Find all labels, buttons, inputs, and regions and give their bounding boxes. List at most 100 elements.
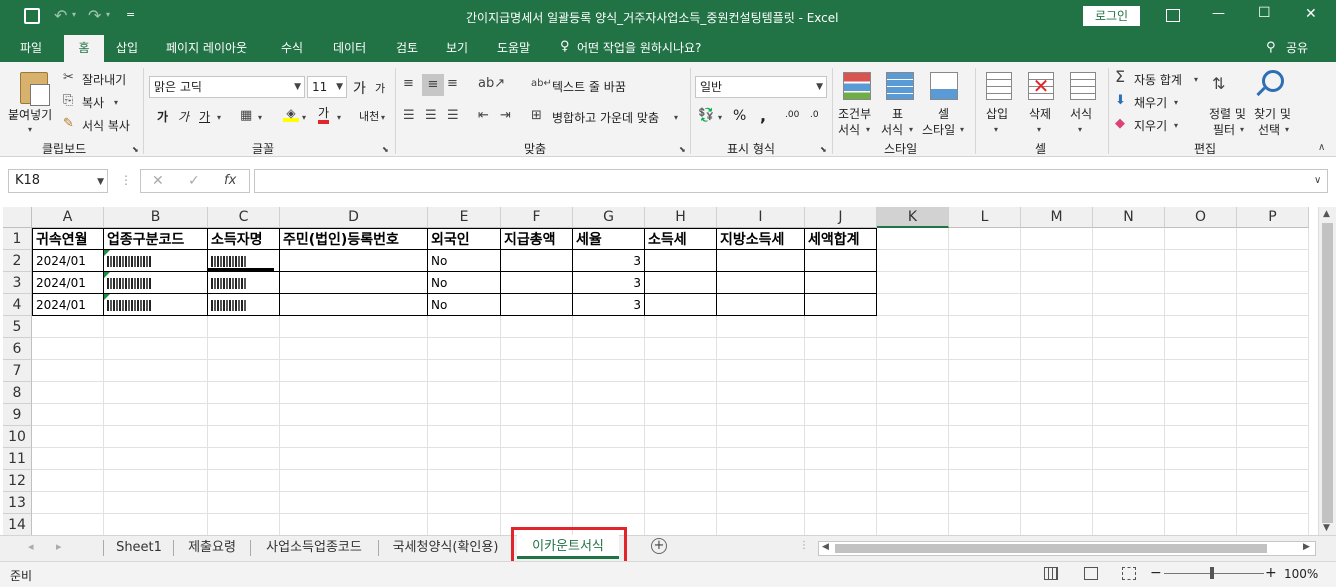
cell[interactable] [1093,470,1165,492]
cell[interactable] [1093,514,1165,536]
login-button[interactable]: 로그인 [1083,6,1140,26]
cell[interactable] [428,448,501,470]
column-header[interactable]: I [717,207,805,228]
cell[interactable] [805,382,877,404]
cell[interactable] [717,316,805,338]
cell[interactable] [949,426,1021,448]
close-icon[interactable]: ✕ [1305,6,1317,22]
cell[interactable] [32,382,104,404]
paste-dropdown-icon[interactable]: ▾ [28,122,32,138]
cell[interactable] [428,382,501,404]
increase-indent-icon[interactable]: ⇥ [500,108,511,124]
cell[interactable]: 3 [573,250,645,272]
row-header[interactable]: 6 [3,338,32,360]
cell[interactable] [32,470,104,492]
cell[interactable] [1165,448,1237,470]
fill-color-dropdown-icon[interactable]: ▾ [302,110,306,126]
scroll-right-icon[interactable]: ▶ [1303,542,1310,552]
cell[interactable] [645,448,717,470]
cell[interactable] [877,316,949,338]
cell[interactable] [645,404,717,426]
cell[interactable] [717,272,805,294]
tab-insert[interactable]: 삽입 [116,39,138,62]
merge-dropdown-icon[interactable]: ▾ [674,110,678,126]
cell[interactable] [645,338,717,360]
cell[interactable] [104,360,208,382]
italic-button[interactable]: 가 [178,108,189,125]
cell[interactable] [877,250,949,272]
cell[interactable] [645,316,717,338]
cell[interactable] [949,492,1021,514]
fill-dropdown-icon[interactable]: ▾ [1174,95,1178,111]
fill-button[interactable]: 채우기 [1134,94,1167,111]
cell[interactable] [280,470,428,492]
copy-icon[interactable]: ⎘ [63,93,73,109]
font-color-dropdown-icon[interactable]: ▾ [337,110,341,126]
cell[interactable]: 소득세 [645,228,717,250]
zoom-level[interactable]: 100% [1284,567,1318,581]
cell[interactable] [208,470,280,492]
cell[interactable] [1093,338,1165,360]
column-header[interactable]: H [645,207,717,228]
cell[interactable] [428,470,501,492]
column-header[interactable]: J [805,207,877,228]
phonetic-button[interactable]: 내천 [359,108,379,124]
copy-button[interactable]: 복사 [82,94,104,111]
cell[interactable] [501,382,573,404]
cell[interactable] [32,426,104,448]
cell[interactable] [280,426,428,448]
cell[interactable] [805,448,877,470]
cell[interactable] [805,272,877,294]
cell[interactable] [280,316,428,338]
cell[interactable] [645,514,717,536]
cell[interactable] [573,448,645,470]
column-header[interactable]: A [32,207,104,228]
wrap-text-icon[interactable]: ab↵ [531,76,552,92]
format-painter-button[interactable]: 서식 복사 [82,117,130,134]
cell-styles-button[interactable]: 셀 [938,105,949,122]
cell[interactable] [949,382,1021,404]
orientation-icon[interactable]: ab↗ [478,76,505,92]
cell[interactable] [32,514,104,536]
cell[interactable] [1237,272,1309,294]
tab-formulas[interactable]: 수식 [281,39,303,62]
cell[interactable] [1021,382,1093,404]
cell[interactable] [1237,404,1309,426]
cell[interactable] [104,448,208,470]
cell[interactable] [280,492,428,514]
cell[interactable] [501,250,573,272]
row-header[interactable]: 9 [3,404,32,426]
cell[interactable] [805,514,877,536]
underline-dropdown-icon[interactable]: ▾ [217,110,221,126]
cell[interactable] [428,426,501,448]
cell[interactable] [501,338,573,360]
row-header[interactable]: 2 [3,250,32,272]
tab-page-layout[interactable]: 페이지 레이아웃 [166,39,247,62]
format-cells-icon[interactable] [1070,72,1096,100]
cell[interactable] [573,492,645,514]
zoom-in-button[interactable]: + [1265,565,1277,581]
cell[interactable] [877,514,949,536]
cell[interactable] [1165,360,1237,382]
cell[interactable] [877,228,949,250]
cell[interactable] [805,250,877,272]
align-left-icon[interactable]: ☰ [403,108,415,124]
autosum-button[interactable]: 자동 합계 [1134,71,1182,88]
zoom-slider-thumb[interactable] [1210,567,1214,579]
cell[interactable] [1165,470,1237,492]
wrap-text-button[interactable]: 텍스트 줄 바꿈 [552,78,626,95]
collapse-ribbon-icon[interactable]: ∧ [1318,140,1325,156]
cell[interactable] [949,294,1021,316]
cell[interactable] [1237,250,1309,272]
zoom-out-button[interactable]: − [1150,565,1162,581]
cell[interactable] [428,316,501,338]
alignment-launcher-icon[interactable]: ⬊ [679,142,686,158]
font-color-button[interactable]: 가 [318,106,330,124]
page-break-view-icon[interactable] [1122,567,1136,580]
cell[interactable] [717,470,805,492]
cell[interactable] [1165,338,1237,360]
cell[interactable] [32,404,104,426]
cell[interactable] [208,492,280,514]
cell[interactable] [501,426,573,448]
scroll-down-icon[interactable]: ▼ [1323,523,1330,533]
